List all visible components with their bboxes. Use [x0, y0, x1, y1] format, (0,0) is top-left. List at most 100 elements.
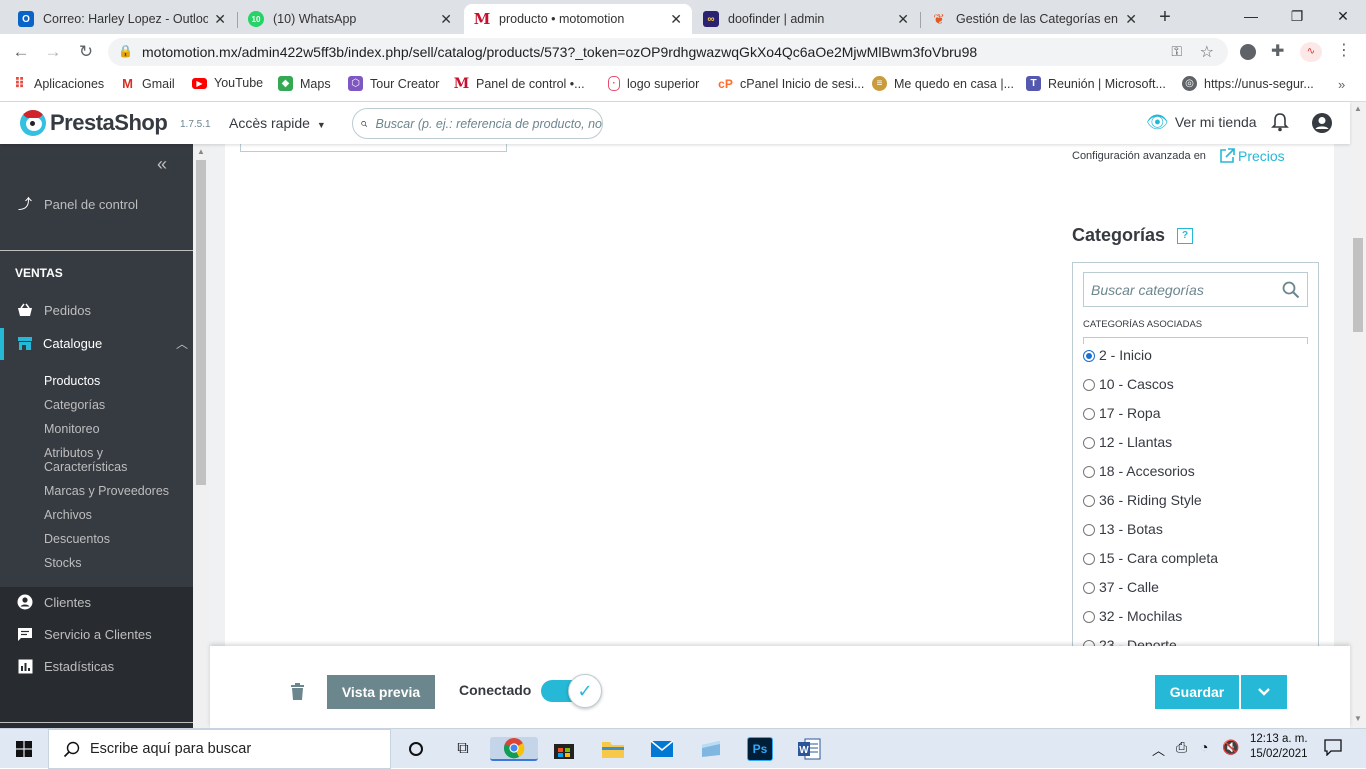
clock[interactable]: 12:13 a. m. 15/02/2021 — [1250, 732, 1308, 762]
speaker-muted-icon[interactable]: 🔇 — [1222, 739, 1239, 756]
bookmark-teams[interactable]: T Reunión | Microsoft... — [1026, 76, 1166, 91]
bookmark-panel[interactable]: M Panel de control •... — [453, 75, 585, 92]
profile-avatar[interactable]: ∿ — [1300, 42, 1322, 62]
close-icon[interactable]: ✕ — [670, 11, 682, 28]
user-avatar-icon[interactable] — [1311, 112, 1333, 137]
task-view-icon[interactable]: ⧉ — [450, 737, 476, 761]
menu-icon[interactable]: ⋮ — [1336, 40, 1352, 60]
file-explorer-icon[interactable] — [600, 737, 626, 761]
close-icon[interactable]: ✕ — [440, 11, 452, 28]
app-icon[interactable] — [698, 737, 724, 761]
word-icon[interactable]: W — [796, 737, 822, 761]
close-icon[interactable]: ✕ — [897, 11, 909, 28]
sidebar-subitem-files[interactable]: Archivos — [44, 508, 92, 522]
category-radio-item[interactable]: 36 - Riding Style — [1083, 492, 1202, 508]
admin-search-input[interactable]: Buscar (p. ej.: referencia de producto, … — [352, 108, 603, 139]
star-icon[interactable]: ☆ — [1200, 42, 1214, 62]
bookmark-tour-creator[interactable]: ⬡ Tour Creator — [348, 76, 439, 91]
tab-categorias[interactable]: ❦ Gestión de las Categorías en P ✕ — [921, 4, 1147, 34]
category-radio-item[interactable]: 13 - Botas — [1083, 521, 1163, 537]
close-icon[interactable]: ✕ — [214, 11, 226, 28]
bookmark-me-quedo[interactable]: ≡ Me quedo en casa |... — [872, 76, 1014, 91]
category-radio-item[interactable]: 23 - Deporte — [1083, 637, 1177, 646]
motomotion-icon: M — [453, 75, 470, 92]
tab-whatsapp[interactable]: 10 (10) WhatsApp ✕ — [238, 4, 462, 34]
save-button[interactable]: Guardar — [1155, 675, 1239, 709]
sidebar-subitem-categories[interactable]: Categorías — [44, 398, 105, 412]
sidebar-item-orders[interactable]: Pedidos — [0, 302, 193, 318]
sidebar-item-customer-service[interactable]: Servicio a Clientes — [0, 626, 193, 642]
tray-chevron-up-icon[interactable]: ︿ — [1152, 740, 1165, 759]
sidebar-subitem-products[interactable]: Productos — [44, 374, 100, 388]
category-radio-item[interactable]: 2 - Inicio — [1083, 347, 1152, 363]
url-bar[interactable]: 🔒 motomotion.mx/admin422w5ff3b/index.php… — [108, 38, 1228, 66]
close-icon[interactable]: ✕ — [1125, 11, 1137, 28]
sidebar-subitem-discounts[interactable]: Descuentos — [44, 532, 110, 546]
sidebar-item-stats[interactable]: Estadísticas — [0, 658, 193, 674]
notifications-icon[interactable] — [1324, 738, 1342, 759]
wifi-icon[interactable]: ◔ — [1200, 739, 1208, 755]
quick-access-dropdown[interactable]: Accès rapide ▼ — [229, 115, 326, 131]
page-scroll-thumb[interactable] — [1353, 238, 1363, 332]
reload-button[interactable]: ↻ — [73, 40, 99, 64]
sidebar-item-customers[interactable]: Clientes — [0, 594, 193, 610]
prices-link[interactable]: Precios — [1219, 148, 1285, 164]
sidebar-subitem-stocks[interactable]: Stocks — [44, 556, 82, 570]
category-radio-item[interactable]: 10 - Cascos — [1083, 376, 1174, 392]
close-window-button[interactable]: ✕ — [1320, 0, 1366, 32]
online-toggle[interactable]: ✓ — [541, 674, 603, 708]
page-scrollbar[interactable]: ▲ ▼ — [1350, 102, 1366, 728]
bookmark-cpanel[interactable]: cP cPanel Inicio de sesi... — [718, 76, 864, 91]
category-radio-item[interactable]: 12 - Llantas — [1083, 434, 1172, 450]
sidebar-item-dashboard[interactable]: ⤴ Panel de control — [0, 196, 193, 212]
taskbar-search-input[interactable]: Escribe aquí para buscar — [48, 729, 391, 769]
photoshop-icon[interactable]: Ps — [747, 737, 773, 761]
collapse-sidebar-button[interactable]: « — [157, 154, 167, 175]
back-button[interactable]: ← — [8, 40, 34, 64]
save-options-dropdown[interactable] — [1240, 675, 1287, 709]
bookmark-maps[interactable]: ◆ Maps — [278, 76, 331, 91]
key-icon[interactable]: ⚿ — [1171, 43, 1182, 60]
mail-icon[interactable] — [649, 737, 675, 761]
preview-button[interactable]: Vista previa — [327, 675, 435, 709]
view-store-link[interactable]: 👁 Ver mi tienda — [1146, 113, 1257, 131]
bookmark-gmail[interactable]: M Gmail — [120, 76, 175, 91]
bookmark-youtube[interactable]: ▶ YouTube — [192, 76, 263, 90]
more-bookmarks-icon[interactable]: » — [1338, 77, 1345, 92]
category-radio-item[interactable]: 32 - Mochilas — [1083, 608, 1182, 624]
sidebar-item-catalogue[interactable]: Catalogue ︿ — [0, 328, 193, 360]
tab-doofinder[interactable]: ∞ doofinder | admin ✕ — [693, 4, 919, 34]
category-radio-item[interactable]: 15 - Cara completa — [1083, 550, 1218, 566]
bookmark-unus[interactable]: ◎ https://unus-segur... — [1182, 76, 1314, 91]
tray-device-icon[interactable]: ⎙ — [1176, 739, 1187, 756]
puzzle-icon[interactable]: ✚ — [1271, 41, 1284, 61]
bookmark-apps[interactable]: ⠿ Aplicaciones — [12, 75, 104, 91]
sidebar-scroll-thumb[interactable] — [196, 160, 206, 485]
forward-button[interactable]: → — [40, 40, 66, 64]
bell-icon[interactable] — [1271, 112, 1289, 135]
maximize-button[interactable]: ❐ — [1274, 0, 1320, 32]
category-tree: 2 - Inicio 10 - Cascos 17 - Ropa 12 - Ll… — [1072, 344, 1318, 646]
help-icon[interactable]: ? — [1177, 228, 1193, 244]
cortana-icon[interactable] — [403, 737, 429, 761]
sidebar-subitem-monitoring[interactable]: Monitoreo — [44, 422, 100, 436]
minimize-button[interactable]: — — [1228, 0, 1274, 32]
sidebar-scrollbar[interactable]: ▲ — [193, 144, 210, 728]
chrome-icon[interactable] — [490, 737, 538, 761]
category-radio-item[interactable]: 17 - Ropa — [1083, 405, 1160, 421]
price-input-box[interactable] — [240, 144, 507, 152]
store-app-icon[interactable] — [551, 737, 577, 761]
tab-motomotion[interactable]: M producto • motomotion ✕ — [464, 4, 692, 34]
category-radio-item[interactable]: 18 - Accesorios — [1083, 463, 1195, 479]
trash-icon[interactable] — [290, 683, 305, 704]
brand-name[interactable]: PrestaShop — [50, 110, 168, 136]
tab-outlook[interactable]: O Correo: Harley Lopez - Outlook ✕ — [8, 4, 236, 34]
extension-icon[interactable] — [1240, 44, 1256, 60]
sidebar-subitem-brands[interactable]: Marcas y Proveedores — [44, 484, 169, 498]
sidebar-subitem-attributes[interactable]: Atributos y Características — [44, 446, 154, 474]
search-categories-input[interactable]: Buscar categorías — [1083, 272, 1308, 307]
windows-start-icon[interactable] — [16, 741, 32, 760]
bookmark-logo[interactable]: · logo superior — [608, 76, 699, 91]
category-radio-item[interactable]: 37 - Calle — [1083, 579, 1159, 595]
new-tab-button[interactable]: + — [1152, 6, 1178, 28]
